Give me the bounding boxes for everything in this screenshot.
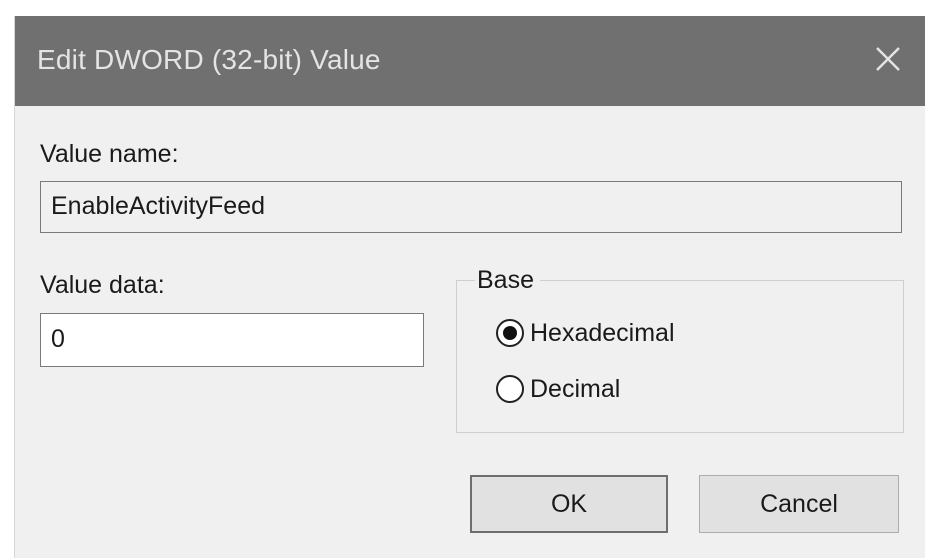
close-button[interactable]	[865, 36, 911, 82]
value-name-field: EnableActivityFeed	[40, 181, 902, 233]
radio-decimal[interactable]: Decimal	[496, 372, 620, 406]
title-bar[interactable]: Edit DWORD (32-bit) Value	[15, 16, 925, 106]
cancel-button[interactable]: Cancel	[699, 475, 899, 533]
ok-button[interactable]: OK	[470, 475, 668, 533]
radio-unselected-icon[interactable]	[496, 375, 524, 403]
value-data-input[interactable]: 0	[40, 313, 424, 367]
edit-dword-dialog: Edit DWORD (32-bit) Value Value name: En…	[14, 16, 925, 558]
radio-hexadecimal[interactable]: Hexadecimal	[496, 316, 675, 350]
radio-hexadecimal-label[interactable]: Hexadecimal	[530, 319, 675, 348]
close-icon	[876, 47, 900, 71]
base-groupbox	[456, 280, 904, 433]
radio-selected-icon[interactable]	[496, 319, 524, 347]
dialog-title: Edit DWORD (32-bit) Value	[37, 44, 381, 75]
value-data-label: Value data:	[40, 271, 165, 299]
base-legend: Base	[475, 266, 540, 295]
value-name-label: Value name:	[40, 140, 179, 168]
radio-decimal-label[interactable]: Decimal	[530, 375, 620, 404]
